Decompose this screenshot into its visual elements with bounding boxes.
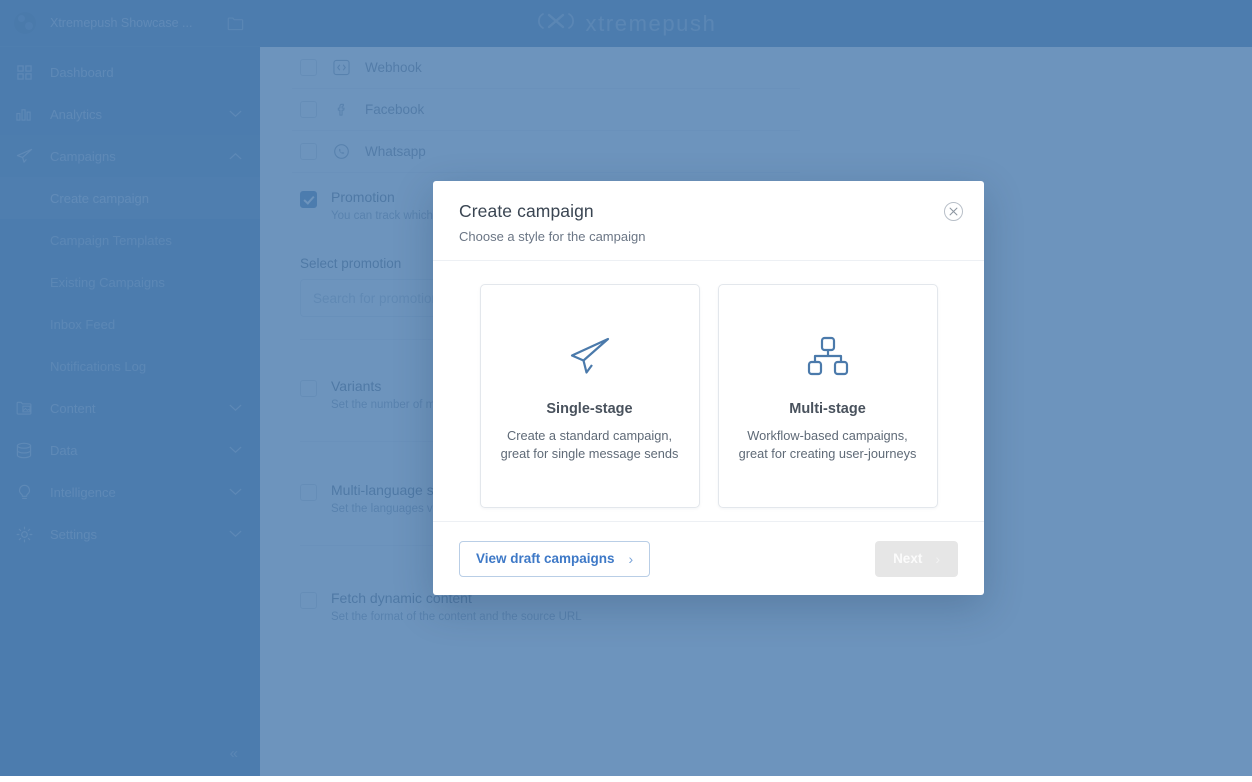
modal-header: Create campaign Choose a style for the c… [433, 181, 984, 261]
next-button[interactable]: Next › [875, 540, 958, 577]
option-description: Workflow-based campaigns, great for crea… [738, 428, 917, 461]
close-circle-icon[interactable] [944, 202, 963, 221]
hierarchy-icon [805, 325, 851, 387]
chevron-right-icon: › [935, 550, 940, 567]
modal-footer: View draft campaigns › Next › [433, 521, 984, 595]
option-title: Multi-stage [789, 401, 866, 417]
view-draft-campaigns-label: View draft campaigns [476, 551, 615, 566]
option-description: Create a standard campaign, great for si… [500, 428, 679, 461]
app-window: xtremepush Webhook [0, 0, 1252, 782]
modal-subtitle: Choose a style for the campaign [459, 229, 646, 244]
modal-title: Create campaign [459, 201, 594, 221]
chevron-right-icon: › [628, 550, 634, 567]
paper-plane-icon [567, 325, 613, 387]
option-card-single-stage[interactable]: Single-stage Create a standard campaign,… [479, 284, 700, 508]
option-title: Single-stage [546, 401, 633, 417]
create-campaign-modal: Create campaign Choose a style for the c… [433, 181, 984, 595]
next-button-label: Next [893, 551, 923, 566]
option-card-multi-stage[interactable]: Multi-stage Workflow-based campaigns, gr… [717, 284, 938, 508]
modal-body: Single-stage Create a standard campaign,… [433, 261, 984, 521]
view-draft-campaigns-button[interactable]: View draft campaigns › [459, 540, 651, 577]
